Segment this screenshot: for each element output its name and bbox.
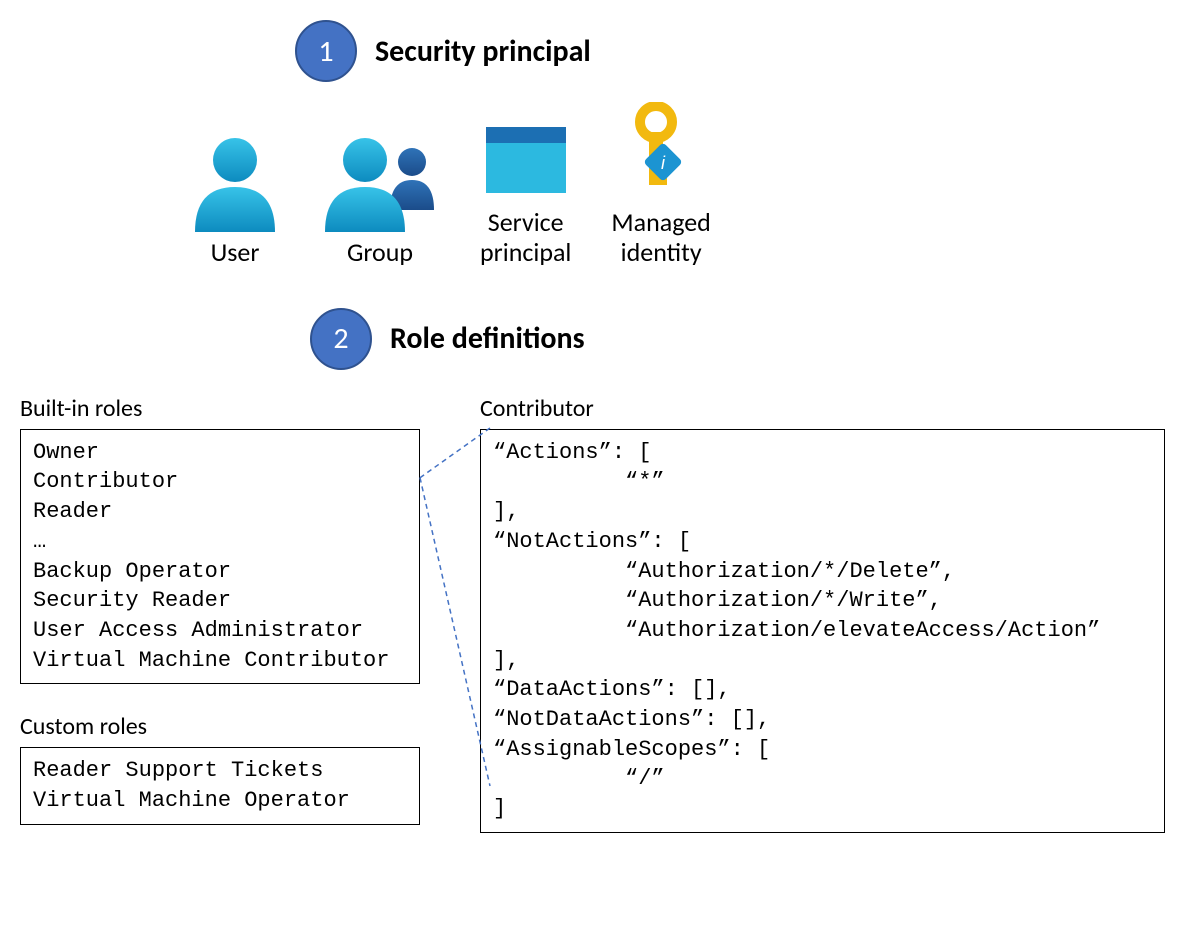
roles-area: Built-in roles Owner Contributor Reader …: [20, 394, 1165, 833]
principal-group-label: Group: [347, 238, 413, 268]
principal-group: Group: [320, 132, 440, 268]
principal-managed-identity-label: Managed identity: [611, 208, 710, 268]
section1-header: 1 Security principal: [295, 20, 1165, 82]
principal-user: User: [190, 132, 280, 268]
section2-title: Role definitions: [390, 320, 585, 357]
principal-managed-identity: i Managed identity: [611, 102, 710, 268]
service-principal-icon: [481, 102, 571, 202]
builtin-roles-box: Owner Contributor Reader … Backup Operat…: [20, 429, 420, 685]
section1-title: Security principal: [375, 33, 591, 70]
builtin-roles-title: Built-in roles: [20, 394, 420, 423]
managed-identity-icon: i: [621, 102, 701, 202]
step-badge-2: 2: [310, 308, 372, 370]
principals-row: User Group: [190, 102, 1165, 268]
contributor-title: Contributor: [480, 394, 1165, 423]
group-icon: [320, 132, 440, 232]
user-icon: [190, 132, 280, 232]
principal-service-label: Service principal: [480, 208, 571, 268]
contributor-definition-box: “Actions”: [ “*” ], “NotActions”: [ “Aut…: [480, 429, 1165, 833]
section2-header: 2 Role definitions: [310, 308, 1165, 370]
custom-roles-box: Reader Support Tickets Virtual Machine O…: [20, 747, 420, 824]
step-badge-1: 1: [295, 20, 357, 82]
custom-roles-title: Custom roles: [20, 712, 420, 741]
principal-user-label: User: [211, 238, 260, 268]
principal-service: Service principal: [480, 102, 571, 268]
